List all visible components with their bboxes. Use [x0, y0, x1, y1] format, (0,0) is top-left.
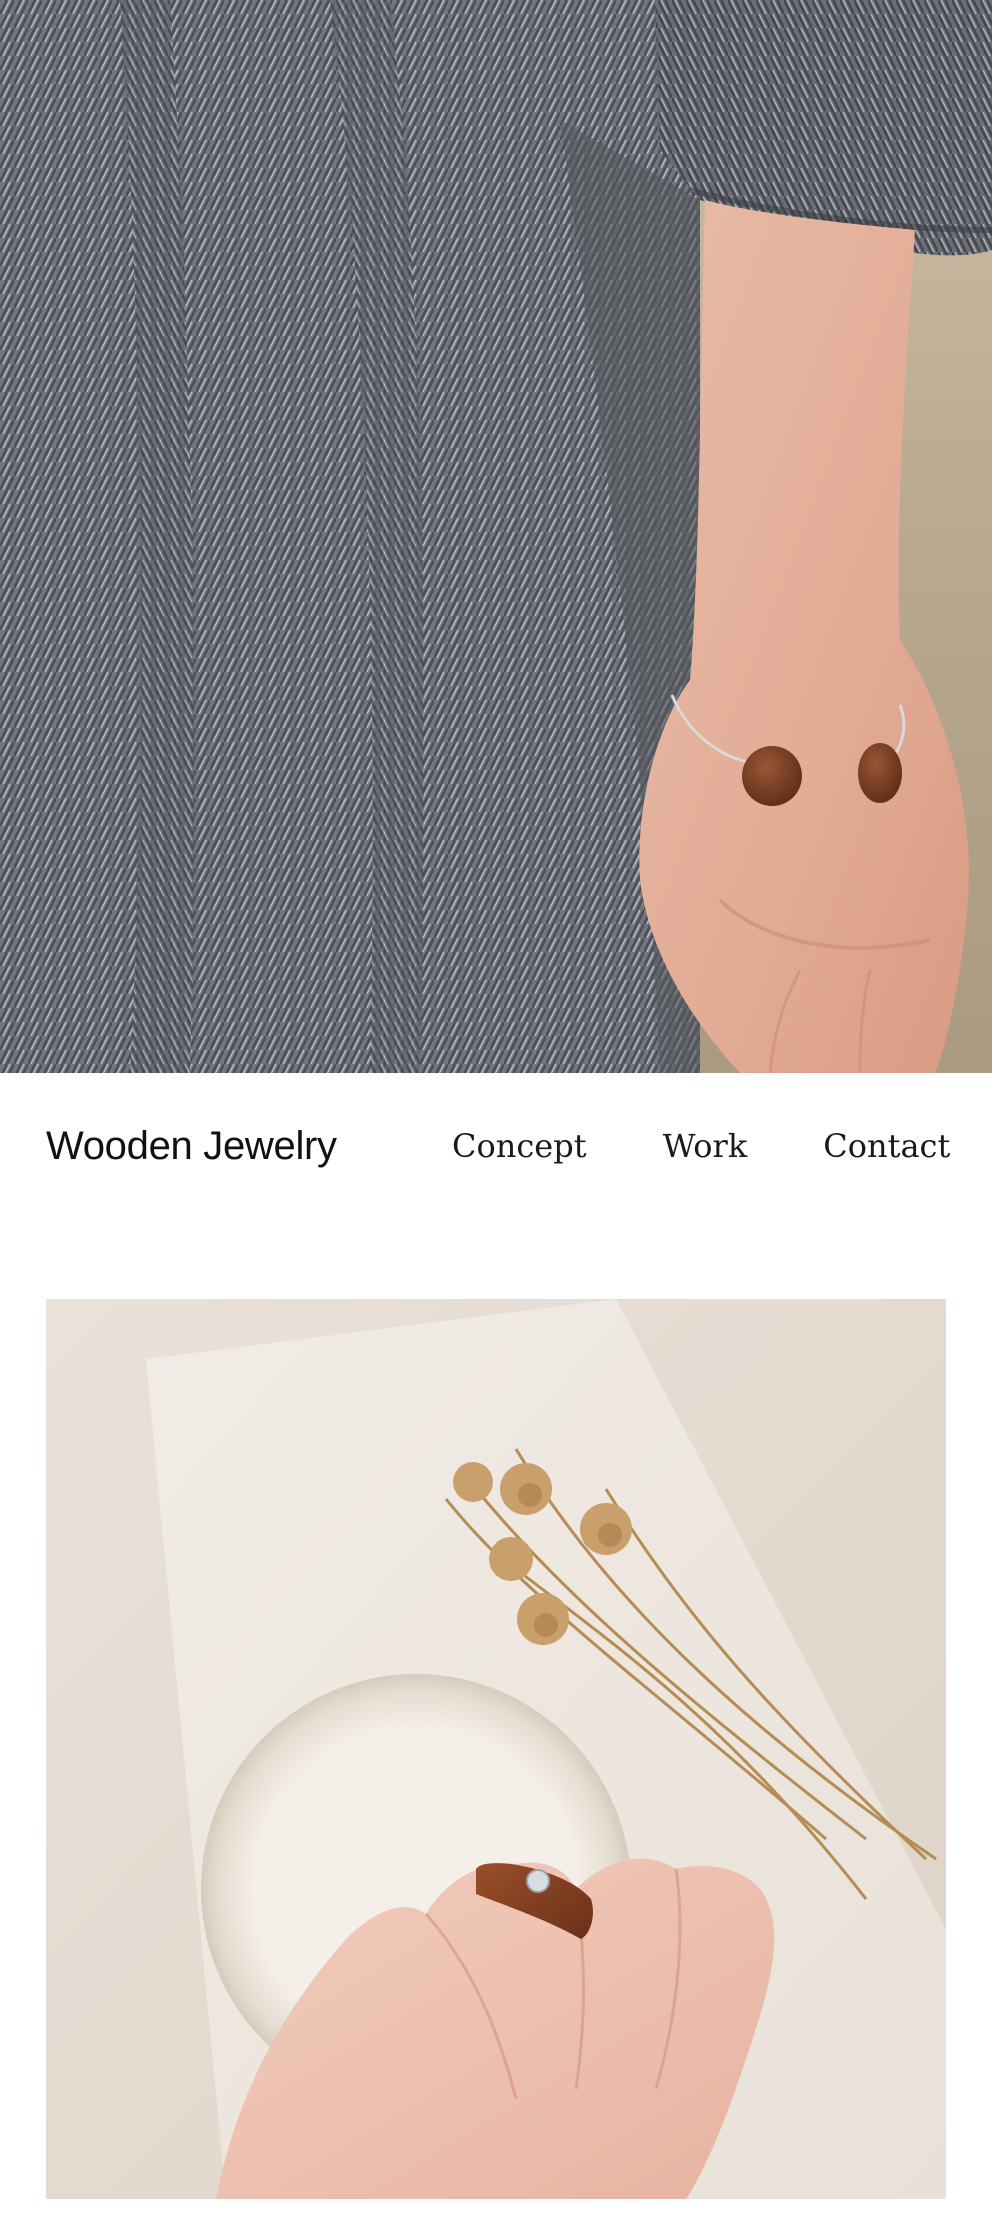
ring-photo-graphic: [46, 1299, 946, 2199]
brand-logo[interactable]: Wooden Jewelry: [46, 1124, 337, 1169]
bracelet-photo-graphic: [0, 0, 992, 1073]
ring-photo: [46, 1299, 946, 2199]
nav-link-work[interactable]: Work: [663, 1127, 748, 1165]
main-nav: Concept Work Contact: [452, 1127, 950, 1165]
nav-link-concept[interactable]: Concept: [452, 1127, 587, 1165]
hero-image: [0, 0, 992, 1073]
nav-link-contact[interactable]: Contact: [823, 1127, 950, 1165]
site-header: Wooden Jewelry Concept Work Contact: [0, 1073, 992, 1293]
section-heading-partial: [46, 2222, 946, 2240]
